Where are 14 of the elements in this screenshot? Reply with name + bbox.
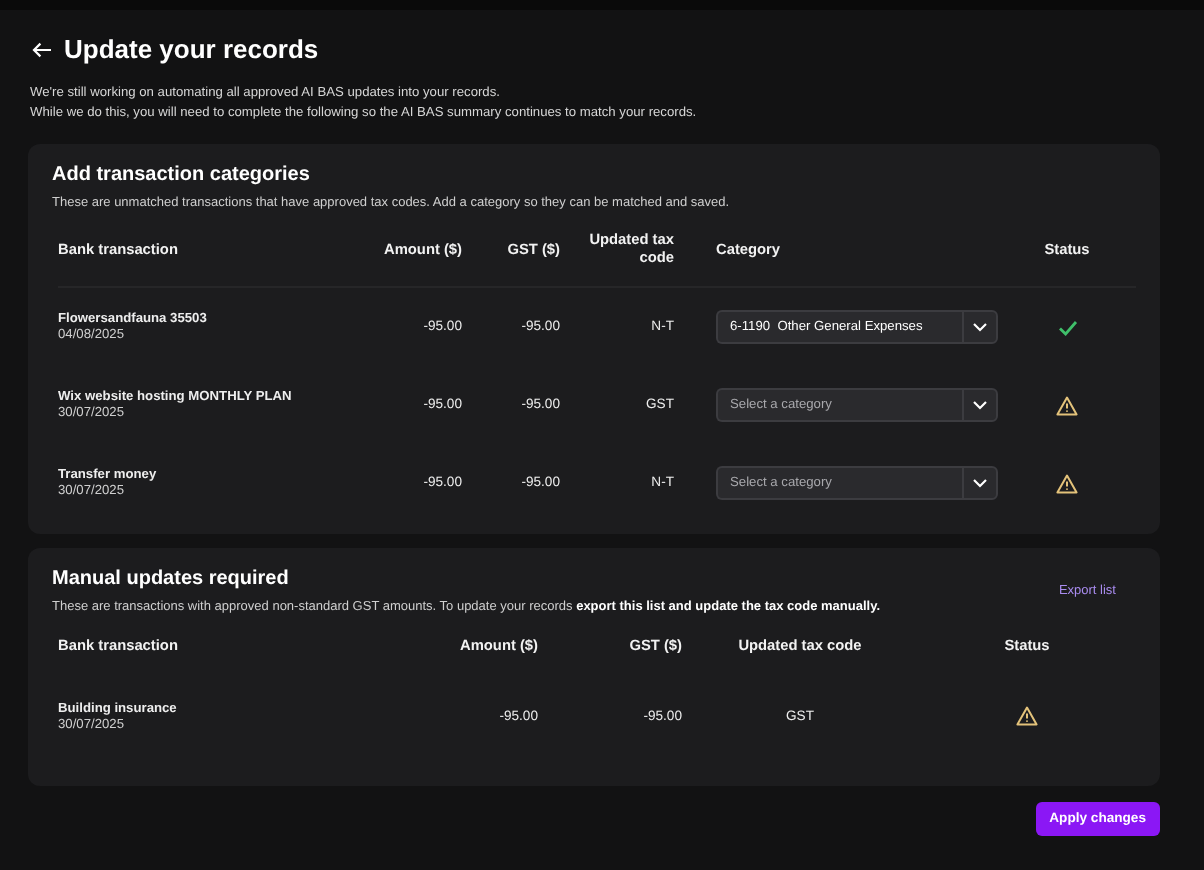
chevron-down-icon xyxy=(972,478,988,488)
checkmark-icon xyxy=(1057,319,1077,335)
section-title: Manual updates required xyxy=(52,568,291,590)
dropdown-button[interactable] xyxy=(962,466,998,500)
page-title: Update your records xyxy=(64,34,319,64)
warning-icon xyxy=(1016,706,1038,726)
chevron-down-icon xyxy=(972,400,988,410)
warning-icon xyxy=(1056,473,1078,493)
chevron-down-icon xyxy=(972,322,988,332)
section-title: Add transaction categories xyxy=(52,164,312,186)
dropdown-button[interactable] xyxy=(962,310,998,344)
dropdown-button[interactable] xyxy=(962,388,998,422)
warning-icon xyxy=(1056,395,1078,415)
back-arrow-icon[interactable] xyxy=(32,41,52,57)
